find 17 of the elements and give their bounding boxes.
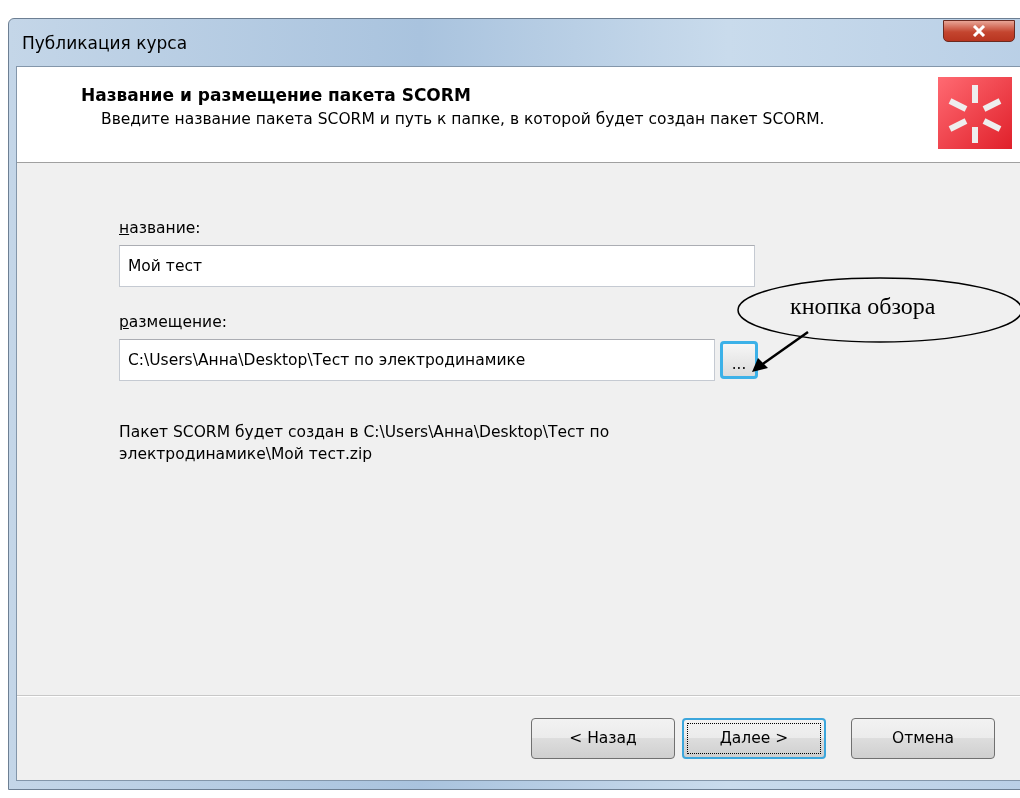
close-icon: [972, 24, 986, 37]
callout-arrow: [752, 330, 809, 372]
input-field[interactable]: Мой тест: [119, 245, 755, 287]
window-title: Публикация курса: [21, 32, 188, 53]
dialog-button[interactable]: Отмена: [851, 717, 995, 759]
info-text: Пакет SCORM будет создан в C:\Users\Анна\Desktop\Тест по электродинамике\Мой тест.zip: [119, 422, 611, 465]
browse-button[interactable]: ...: [720, 341, 758, 379]
field-label: название:: [119, 219, 202, 237]
dialog-button[interactable]: Далее >: [682, 717, 826, 759]
asterisk-logo-icon: [938, 77, 1012, 149]
input-field[interactable]: C:\Users\Анна\Desktop\Тест по электродинамике: [119, 339, 715, 381]
close-button[interactable]: [943, 19, 1015, 42]
dialog-button[interactable]: < Назад: [531, 717, 675, 759]
header-subtitle: Введите название пакета SCORM и путь к папке, в которой будет создан пакет SCORM.: [100, 109, 826, 129]
field-label: размещение:: [119, 313, 228, 331]
callout-text: кнопка обзора: [790, 293, 936, 320]
header-title: Название и размещение пакета SCORM: [81, 85, 472, 105]
